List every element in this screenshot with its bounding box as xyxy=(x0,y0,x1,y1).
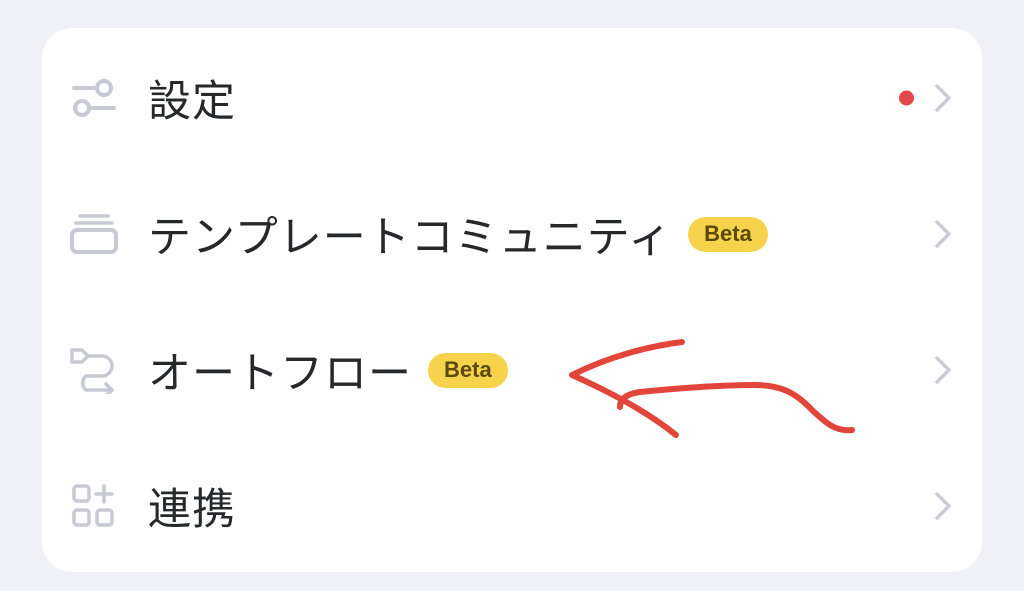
menu-item-template-community[interactable]: テンプレートコミュニティ Beta xyxy=(42,166,982,302)
menu-item-label: 連携 xyxy=(148,485,236,535)
menu-item-settings[interactable]: 設定 xyxy=(42,30,982,166)
notification-dot xyxy=(899,90,914,106)
menu-item-integration[interactable]: 連携 xyxy=(42,438,982,574)
chevron-right-icon xyxy=(935,220,951,248)
chevron-right-icon xyxy=(935,492,951,520)
toggle-settings-icon xyxy=(68,72,120,124)
menu-card: 設定 テンプレートコミュニティ Beta オートフロー Beta 連携 xyxy=(42,28,982,572)
menu-item-autoflow[interactable]: オートフロー Beta xyxy=(42,302,982,438)
integration-grid-icon xyxy=(68,480,120,532)
template-stack-icon xyxy=(68,208,120,260)
chevron-right-icon xyxy=(935,356,951,384)
menu-item-label: 設定 xyxy=(148,77,236,127)
menu-item-label: オートフロー xyxy=(148,349,412,399)
menu-item-label: テンプレートコミュニティ xyxy=(148,213,673,263)
beta-badge: Beta xyxy=(688,216,768,252)
autoflow-icon xyxy=(68,344,120,396)
beta-badge: Beta xyxy=(428,352,508,388)
chevron-right-icon xyxy=(935,84,951,112)
